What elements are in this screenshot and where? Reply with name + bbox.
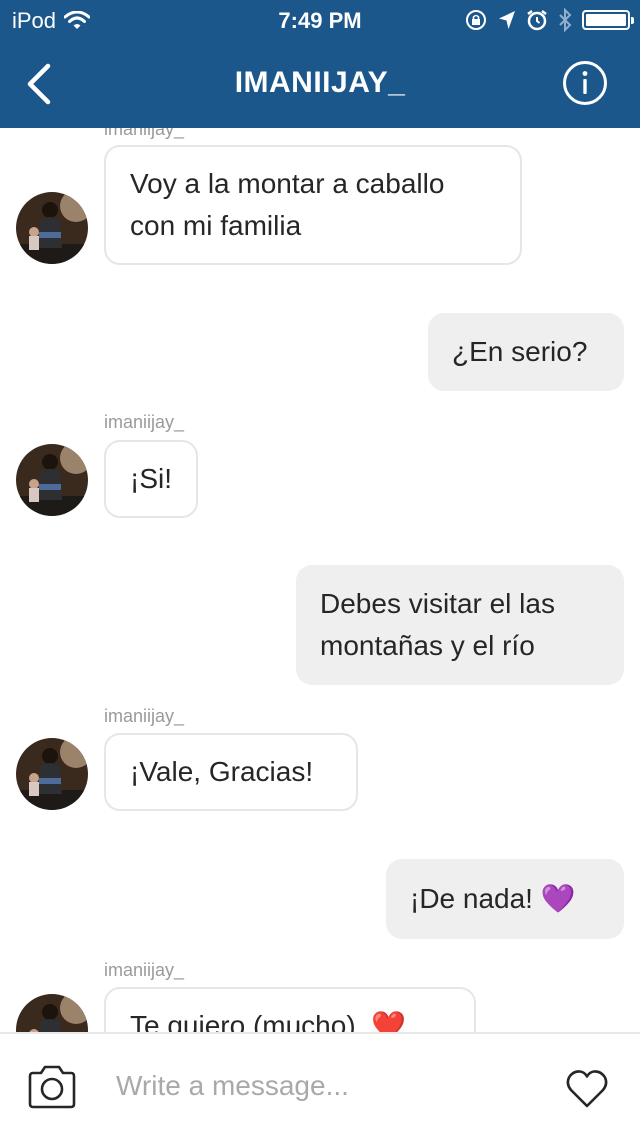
sender-username: imaniijay_ (104, 128, 185, 139)
message-input[interactable] (116, 1062, 536, 1110)
avatar-photo (16, 192, 88, 264)
battery-icon (582, 10, 634, 30)
info-button[interactable] (562, 60, 608, 106)
message-bubble[interactable]: ¡Si! (104, 440, 198, 518)
top-bar: iPod 7:49 PM IMANIIJAY_ (0, 0, 640, 128)
message-outgoing: ¡De nada! 💜 (0, 859, 640, 939)
message-line: Voy a la montar a caballo (130, 168, 445, 199)
message-line: con mi familia (130, 210, 302, 241)
message-incoming: imaniijay_ Te quiero (mucho). ❤️ (0, 960, 640, 1032)
back-chevron-icon (27, 63, 51, 105)
orientation-lock-icon (466, 10, 486, 30)
avatar[interactable] (16, 994, 88, 1032)
message-incoming: imaniijay_ ¡Si! (0, 412, 640, 520)
message-bubble[interactable]: Debes visitar el las montañas y el río (296, 565, 624, 685)
message-bubble[interactable]: Voy a la montar a caballo con mi familia (104, 145, 522, 265)
battery-fill (586, 14, 626, 26)
like-button[interactable] (564, 1068, 610, 1110)
avatar-photo (16, 994, 88, 1032)
message-bubble[interactable]: Te quiero (mucho). ❤️ (104, 987, 476, 1032)
message-thread[interactable]: imaniijay_ Voy a la montar a caballo con… (0, 128, 640, 1032)
message-bubble[interactable]: ¡De nada! 💜 (386, 859, 624, 939)
message-text: Debes visitar el las montañas y el río (320, 583, 555, 667)
nav-bar: IMANIIJAY_ (0, 40, 640, 128)
avatar[interactable] (16, 444, 88, 516)
message-incoming: imaniijay_ ¡Vale, Gracias! (0, 706, 640, 814)
message-line: montañas y el río (320, 630, 535, 661)
message-text: ¡Vale, Gracias! (130, 756, 314, 787)
camera-icon (28, 1065, 76, 1109)
bluetooth-icon (559, 8, 572, 32)
alarm-icon (527, 10, 547, 31)
heart-icon (566, 1070, 608, 1108)
back-button[interactable] (18, 58, 62, 110)
message-composer (0, 1032, 640, 1136)
message-line: Debes visitar el las (320, 588, 555, 619)
conversation-title[interactable]: IMANIIJAY_ (100, 66, 540, 100)
message-outgoing: Debes visitar el las montañas y el río (0, 565, 640, 685)
camera-button[interactable] (26, 1064, 78, 1110)
message-text: ¡De nada! 💜 (410, 883, 576, 914)
message-outgoing: ¿En serio? (0, 313, 640, 391)
message-text: ¿En serio? (452, 336, 588, 367)
message-text: Te quiero (mucho). ❤️ (130, 1010, 407, 1032)
sender-username: imaniijay_ (104, 960, 185, 980)
message-text: Voy a la montar a caballo con mi familia (130, 163, 444, 247)
sender-username: imaniijay_ (104, 412, 185, 432)
message-incoming: imaniijay_ Voy a la montar a caballo con… (0, 128, 640, 268)
avatar[interactable] (16, 192, 88, 264)
direct-message-screen: iPod 7:49 PM IMANIIJAY_ imaniijay_ Voy a… (0, 0, 640, 1136)
message-bubble[interactable]: ¡Vale, Gracias! (104, 733, 358, 811)
location-icon (499, 11, 515, 29)
status-bar: iPod 7:49 PM (0, 0, 640, 40)
info-icon (563, 61, 607, 105)
message-bubble[interactable]: ¿En serio? (428, 313, 624, 391)
status-right (464, 8, 634, 32)
avatar-photo (16, 444, 88, 516)
avatar[interactable] (16, 738, 88, 810)
avatar-photo (16, 738, 88, 810)
sender-username: imaniijay_ (104, 706, 185, 726)
message-text: ¡Si! (130, 463, 172, 494)
